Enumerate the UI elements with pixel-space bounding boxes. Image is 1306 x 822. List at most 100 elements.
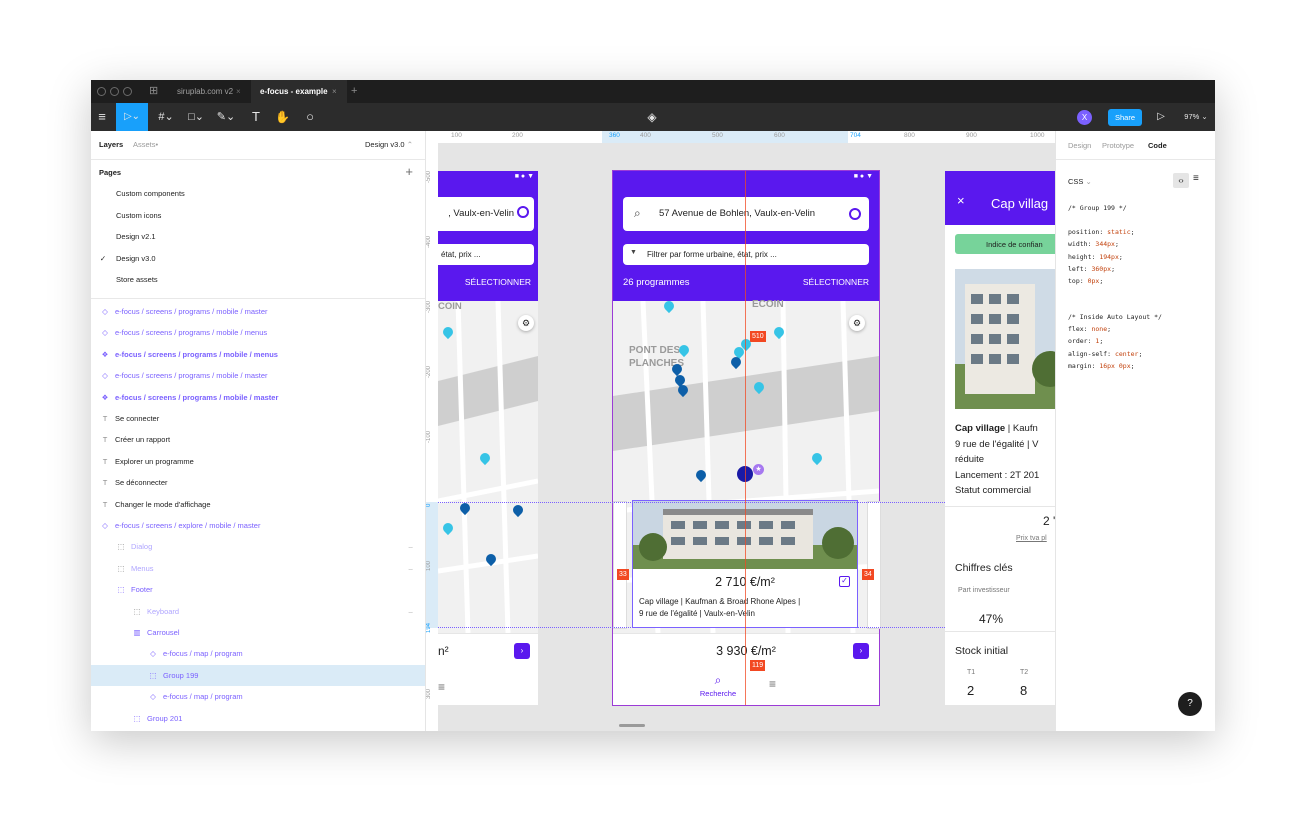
- locate-icon[interactable]: [849, 208, 861, 220]
- layer-item[interactable]: T Explorer un programme: [91, 451, 425, 472]
- left-screen-frame[interactable]: ■ ● ▼ , Vaulx-en-Velin état, prix ... SÉ…: [438, 171, 538, 705]
- map[interactable]: COIN ⚙: [438, 301, 538, 633]
- share-button[interactable]: Share: [1108, 109, 1142, 126]
- nav-search-label[interactable]: Recherche: [691, 689, 745, 698]
- page-item[interactable]: ✓ Design v3.0: [91, 248, 425, 269]
- tab-code[interactable]: Code: [1148, 141, 1167, 150]
- close-tab-icon[interactable]: ×: [236, 80, 241, 103]
- search-field[interactable]: , Vaulx-en-Velin: [438, 197, 534, 231]
- instance-icon: ◇: [102, 307, 108, 316]
- help-button[interactable]: ?: [1178, 692, 1202, 716]
- menu-icon[interactable]: ≡: [769, 677, 776, 691]
- page-item[interactable]: Custom icons: [91, 205, 425, 226]
- new-tab-icon[interactable]: +: [351, 80, 357, 103]
- present-icon[interactable]: ▷: [1155, 103, 1167, 131]
- layer-label: Group 199: [163, 670, 199, 680]
- map[interactable]: PONT DES PLANCHES ECOIN ⚙ 510 ★ 33 34 2 …: [613, 298, 881, 633]
- frame-tool-icon[interactable]: #⌄: [155, 103, 177, 131]
- tab-e-focus[interactable]: e-focus - example: [260, 80, 328, 103]
- ruler-tick-label: -500: [426, 170, 432, 183]
- zoom-level[interactable]: 97% ⌄: [1181, 103, 1211, 131]
- filter-field[interactable]: ▼ Filtrer par forme urbaine, état, prix …: [623, 244, 869, 265]
- file-browser-icon[interactable]: ⊞: [149, 80, 158, 103]
- avatar[interactable]: X: [1077, 110, 1092, 125]
- tab-siruplab[interactable]: siruplab.com v2: [177, 80, 233, 103]
- code-value: none: [1091, 325, 1108, 333]
- add-page-icon[interactable]: +: [405, 164, 413, 179]
- carousel-card-next[interactable]: [867, 501, 881, 629]
- canvas[interactable]: 100 200 360 400 500 600 704 800 900 1000 -500 -400…: [426, 131, 1055, 731]
- layer-item[interactable]: ⬚ Menus ⌣: [91, 558, 425, 579]
- layer-item[interactable]: ◇ e-focus / screens / programs / mobile /…: [91, 322, 425, 343]
- select-button[interactable]: SÉLECTIONNER: [803, 277, 869, 287]
- page-item[interactable]: Custom components: [91, 183, 425, 204]
- code-view-icon[interactable]: ‹›: [1173, 173, 1189, 188]
- instance-icon: ◇: [150, 649, 156, 659]
- main-menu-icon[interactable]: ≡: [95, 103, 109, 131]
- layer-item[interactable]: ◇ e-focus / screens / programs / mobile /…: [91, 301, 425, 322]
- minimize-window-button[interactable]: [110, 87, 119, 96]
- compare-checkbox[interactable]: ✓: [839, 576, 850, 587]
- menu-icon[interactable]: ≡: [438, 680, 445, 694]
- layer-item[interactable]: ⬚ Footer: [91, 579, 425, 600]
- close-tab-icon[interactable]: ×: [332, 80, 337, 103]
- favorite-pin-icon[interactable]: ★: [753, 464, 764, 475]
- tab-design[interactable]: Design: [1068, 141, 1091, 150]
- layer-item[interactable]: T Créer un rapport: [91, 429, 425, 450]
- active-tab[interactable]: e-focus - example ×: [251, 80, 347, 103]
- language-select[interactable]: CSS ⌄: [1068, 177, 1092, 186]
- component-center-icon[interactable]: ◈: [645, 103, 659, 131]
- layer-item[interactable]: ▥ Carrousel: [91, 622, 425, 643]
- layer-item[interactable]: ◇ e-focus / screens / explore / mobile / …: [91, 515, 425, 536]
- hidden-eye-icon[interactable]: ⌣: [408, 601, 413, 622]
- comment-tool-icon[interactable]: ○: [303, 103, 317, 131]
- layer-item[interactable]: ❖ e-focus / screens / programs / mobile /…: [91, 387, 425, 408]
- list-view-icon[interactable]: ≡: [1193, 173, 1199, 184]
- layer-item[interactable]: ⬚ Group 201: [91, 708, 425, 729]
- center-screen-frame[interactable]: ■ ● ▼ ⌕ 57 Avenue de Bohlen, Vaulx-en-Ve…: [612, 170, 881, 706]
- layer-item[interactable]: ◇ e-focus / map / program: [91, 643, 425, 664]
- layer-item[interactable]: T Se déconnecter: [91, 472, 425, 493]
- locate-icon[interactable]: [517, 206, 529, 218]
- settings-icon[interactable]: ⚙: [518, 315, 534, 331]
- layer-item[interactable]: ❖ e-focus / screens / programs / mobile /…: [91, 344, 425, 365]
- code-value: static: [1107, 228, 1131, 236]
- search-field[interactable]: ⌕ 57 Avenue de Bohlen, Vaulx-en-Velin: [623, 197, 869, 231]
- text-tool-icon[interactable]: T: [249, 103, 263, 131]
- search-icon[interactable]: ⌕: [708, 673, 728, 688]
- layer-item[interactable]: ◇ e-focus / screens / programs / mobile /…: [91, 365, 425, 386]
- pen-tool-icon[interactable]: ✎⌄: [215, 103, 237, 131]
- hidden-eye-icon[interactable]: ⌣: [408, 558, 413, 579]
- layer-item[interactable]: ⬚ Dialog ⌣: [91, 536, 425, 557]
- hidden-eye-icon[interactable]: ⌣: [408, 536, 413, 557]
- layer-item[interactable]: T Se connecter: [91, 408, 425, 429]
- layer-item[interactable]: T Changer le mode d'affichage: [91, 494, 425, 515]
- layer-item[interactable]: ⬚ Keyboard ⌣: [91, 601, 425, 622]
- close-window-button[interactable]: [97, 87, 106, 96]
- tab-assets[interactable]: Assets•: [133, 140, 158, 149]
- filter-input-text: état, prix ...: [441, 250, 481, 259]
- page-selector[interactable]: Design v3.0 ⌃: [365, 140, 413, 149]
- tab-prototype[interactable]: Prototype: [1102, 141, 1134, 150]
- shape-tool-icon[interactable]: □⌄: [185, 103, 207, 131]
- right-screen-frame[interactable]: × Cap villag Indice de confian Cap villa…: [945, 171, 1055, 705]
- hand-tool-icon[interactable]: ✋: [275, 103, 290, 131]
- price-link[interactable]: Prix tva pl: [1016, 535, 1047, 542]
- tab-layers[interactable]: Layers: [99, 140, 123, 149]
- next-arrow-button[interactable]: ›: [514, 643, 530, 659]
- carousel-card-prev[interactable]: [613, 501, 627, 629]
- page-item[interactable]: Store assets: [91, 269, 425, 290]
- maximize-window-button[interactable]: [123, 87, 132, 96]
- move-tool-icon[interactable]: ▷⌄: [116, 103, 148, 131]
- page-item[interactable]: Design v2.1: [91, 226, 425, 247]
- horizontal-scrollbar[interactable]: [619, 724, 645, 727]
- section-key-figures: Chiffres clés: [955, 562, 1013, 574]
- select-button[interactable]: SÉLECTIONNER: [465, 277, 531, 287]
- close-icon[interactable]: ×: [957, 193, 965, 208]
- layer-label: Se connecter: [115, 414, 160, 423]
- layer-item[interactable]: ⬚ Group 199: [91, 664, 425, 686]
- settings-icon[interactable]: ⚙: [849, 315, 865, 331]
- layer-item[interactable]: ◇ e-focus / map / program: [91, 686, 425, 707]
- next-arrow-button[interactable]: ›: [853, 643, 869, 659]
- filter-field[interactable]: état, prix ...: [438, 244, 534, 265]
